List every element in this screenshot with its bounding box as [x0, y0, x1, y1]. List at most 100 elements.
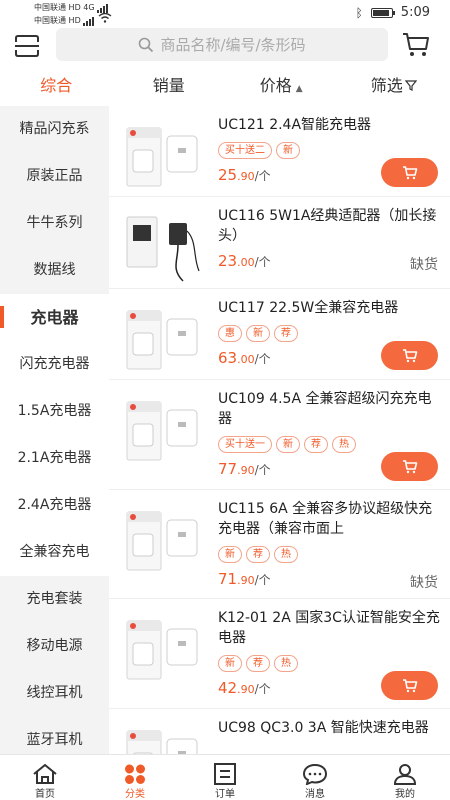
price-unit: /个 [254, 255, 271, 269]
price-decimal: .90 [237, 170, 255, 183]
nav-label: 首页 [35, 789, 55, 800]
signal-icon [97, 2, 109, 13]
product-image[interactable] [123, 303, 207, 379]
product-name: UC121 2.4A智能充电器 [218, 117, 372, 133]
network-type: 4G [83, 3, 95, 12]
sidebar-item[interactable]: 蓝牙耳机 [0, 717, 109, 754]
product-image[interactable] [123, 723, 207, 754]
sidebar-item[interactable]: 线控耳机 [0, 670, 109, 717]
product-card[interactable]: UC98 QC3.0 3A 智能快速充电器 [109, 709, 450, 754]
cart-icon [402, 348, 417, 362]
price-decimal: .00 [237, 353, 255, 366]
product-card[interactable]: UC117 22.5W全兼容充电器惠新荐 63.00/个 [109, 289, 450, 380]
sort-bar: 综合 销量 价格 ▲ 筛选 [0, 66, 450, 106]
search-icon [139, 37, 154, 52]
sort-tab-label: 价格 [259, 76, 292, 95]
sort-arrows-icon: ▲ [295, 84, 303, 94]
order-icon [214, 763, 236, 785]
clock: 5:09 [400, 5, 430, 20]
price-unit: /个 [254, 463, 271, 477]
price-unit: /个 [254, 573, 271, 587]
product-card[interactable]: K12-01 2A 国家3C认证智能安全充电器新荐热 42.90/个 [109, 599, 450, 709]
nav-orders[interactable]: 订单 [180, 755, 270, 800]
product-price: 25.90/个 [218, 166, 271, 184]
category-sidebar: 精品闪充系 原装正品 牛牛系列 数据线 充电器 闪充充电器 1.5A充电器 2.… [0, 106, 109, 754]
sidebar-item[interactable]: 精品闪充系 [0, 106, 109, 153]
nav-home[interactable]: 首页 [0, 755, 90, 800]
product-price: 42.90/个 [218, 679, 271, 697]
sort-tab-comprehensive[interactable]: 综合 [0, 66, 113, 106]
sort-tab-filter[interactable]: 筛选 [338, 66, 450, 106]
sidebar-subitem[interactable]: 全兼容充电 [0, 529, 109, 576]
scan-icon[interactable] [14, 34, 40, 58]
product-image[interactable] [123, 211, 207, 287]
product-tags: 买十送二新 [218, 142, 300, 159]
nav-category[interactable]: 分类 [90, 755, 180, 800]
nav-profile[interactable]: 我的 [360, 755, 450, 800]
sort-tab-label: 销量 [152, 76, 185, 95]
add-to-cart-button[interactable] [381, 452, 438, 481]
carrier-1: 中国联通 [34, 3, 66, 12]
hd-badge-2: HD [68, 16, 81, 25]
product-card[interactable]: UC109 4.5A 全兼容超级闪充充电器 买十送一新荐热 77.90/个 [109, 380, 450, 490]
nav-messages[interactable]: 消息 [270, 755, 360, 800]
nav-label: 订单 [215, 789, 235, 800]
home-icon [33, 763, 57, 784]
cart-icon[interactable] [402, 32, 430, 58]
product-card[interactable]: UC116 5W1A经典适配器（加长接头） 23.00/个 缺货 [109, 197, 450, 289]
product-card[interactable]: UC115 6A 全兼容多协议超级快充充电器（兼容市面上新荐热 71.90/个 缺货 [109, 490, 450, 599]
product-card[interactable]: UC121 2.4A智能充电器 买十送二新 25.90/个 [109, 106, 450, 197]
price-int: 77 [218, 460, 238, 478]
sidebar-item[interactable]: 移动电源 [0, 623, 109, 670]
price-int: 25 [218, 166, 238, 184]
product-tag: 新 [276, 436, 300, 453]
product-tag: 荐 [304, 436, 328, 453]
sort-tab-sales[interactable]: 销量 [113, 66, 226, 106]
profile-icon [393, 764, 417, 785]
wifi-icon [98, 12, 112, 23]
sidebar-subitem[interactable]: 2.1A充电器 [0, 435, 109, 482]
sidebar-subitem[interactable]: 1.5A充电器 [0, 388, 109, 435]
product-image[interactable] [123, 504, 207, 580]
product-tags: 买十送一新荐热 [218, 436, 356, 453]
product-image[interactable] [123, 120, 207, 196]
sidebar-item[interactable]: 牛牛系列 [0, 200, 109, 247]
price-int: 23 [218, 252, 238, 270]
product-name: K12-01 2A 国家3C认证智能安全充电器 [218, 610, 440, 646]
product-tag: 热 [332, 436, 356, 453]
product-name: UC115 6A 全兼容多协议超级快充充电器（兼容市面上 [218, 501, 433, 537]
sidebar-item[interactable]: 数据线 [0, 247, 109, 294]
status-bar: 中国联通 HD 4G 中国联通 HD ᛒ 5:09 [0, 0, 450, 26]
product-tag: 新 [246, 325, 270, 342]
product-tags: 惠新荐 [218, 325, 298, 342]
sidebar-item[interactable]: 原装正品 [0, 153, 109, 200]
sidebar-subitem[interactable]: 闪充充电器 [0, 341, 109, 388]
sort-tab-price[interactable]: 价格 ▲ [225, 66, 338, 106]
message-icon [302, 763, 328, 786]
price-int: 71 [218, 570, 238, 588]
product-list: UC121 2.4A智能充电器 买十送二新 25.90/个 UC116 5W1A经典适… [109, 106, 450, 754]
sidebar-item-active[interactable]: 充电器 [0, 294, 109, 341]
product-image[interactable] [123, 394, 207, 470]
signal-icon-2 [83, 15, 95, 26]
sidebar-item[interactable]: 充电套装 [0, 576, 109, 623]
add-to-cart-button[interactable] [381, 158, 438, 187]
product-tag: 荐 [246, 655, 270, 672]
product-name: UC116 5W1A经典适配器（加长接头） [218, 208, 437, 244]
product-name: UC98 QC3.0 3A 智能快速充电器 [218, 720, 429, 736]
cart-icon [402, 678, 417, 692]
product-price: 71.90/个 [218, 570, 271, 588]
product-image[interactable] [123, 613, 207, 689]
search-input[interactable]: 商品名称/编号/条形码 [56, 28, 388, 61]
price-unit: /个 [254, 682, 271, 696]
price-decimal: .90 [237, 464, 255, 477]
product-tag: 新 [218, 546, 242, 563]
sidebar-subitem[interactable]: 2.4A充电器 [0, 482, 109, 529]
search-placeholder: 商品名称/编号/条形码 [160, 36, 306, 54]
add-to-cart-button[interactable] [381, 671, 438, 700]
price-int: 42 [218, 679, 238, 697]
price-decimal: .90 [237, 574, 255, 587]
add-to-cart-button[interactable] [381, 341, 438, 370]
nav-label: 我的 [395, 789, 415, 800]
cart-icon [402, 459, 417, 473]
